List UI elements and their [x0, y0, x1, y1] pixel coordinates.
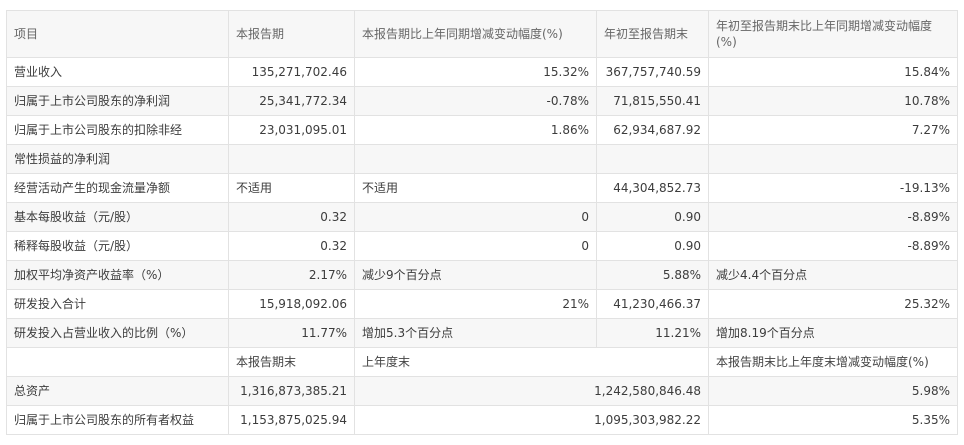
row-ytd-change: 15.84%: [708, 57, 958, 87]
row-item-label: 研发投入合计: [6, 289, 229, 319]
row-ytd-value: 62,934,687.92: [596, 115, 709, 145]
row-current-change: 增加5.3个百分点: [354, 318, 597, 348]
table-row: 研发投入合计 15,918,092.06 21% 41,230,466.37 2…: [6, 289, 958, 319]
row-current-value: 23,031,095.01: [228, 115, 355, 145]
row-ytd-change: 25.32%: [708, 289, 958, 319]
subheader-change: 本报告期末比上年度末增减变动幅度(%): [708, 347, 958, 377]
row-ytd-change: -8.89%: [708, 202, 958, 232]
table-row: 经营活动产生的现金流量净额 不适用 不适用 44,304,852.73 -19.…: [6, 173, 958, 203]
row-item-label: 研发投入占营业收入的比例（%）: [6, 318, 229, 348]
financial-data-table: 项目 本报告期 本报告期比上年同期增减变动幅度(%) 年初至报告期末 年初至报告…: [6, 10, 958, 435]
row-ytd-value: 367,757,740.59: [596, 57, 709, 87]
row-ytd-value: 5.88%: [596, 260, 709, 290]
table-row: 基本每股收益（元/股） 0.32 0 0.90 -8.89%: [6, 202, 958, 232]
row-current-value: 0.32: [228, 202, 355, 232]
balance-prior-year-end: 1,242,580,846.48: [354, 376, 709, 406]
row-current-change: 15.32%: [354, 57, 597, 87]
row-item-label: 营业收入: [6, 57, 229, 87]
row-item-label: 归属于上市公司股东的扣除非经: [6, 115, 229, 145]
balance-current-end: 1,316,873,385.21: [228, 376, 355, 406]
row-ytd-change: -19.13%: [708, 173, 958, 203]
row-item-label: 经营活动产生的现金流量净额: [6, 173, 229, 203]
balance-subheader-row: 本报告期末 上年度末 本报告期末比上年度末增减变动幅度(%): [6, 347, 958, 377]
row-current-value: 25,341,772.34: [228, 86, 355, 116]
row-current-change: 1.86%: [354, 115, 597, 145]
row-current-value: 15,918,092.06: [228, 289, 355, 319]
row-ytd-change: 增加8.19个百分点: [708, 318, 958, 348]
row-current-change: 0: [354, 231, 597, 261]
table-row: 加权平均净资产收益率（%） 2.17% 减少9个百分点 5.88% 减少4.4个…: [6, 260, 958, 290]
subheader-prior-year-end: 上年度末: [354, 347, 709, 377]
balance-item-label: 归属于上市公司股东的所有者权益: [6, 405, 229, 435]
header-current-period: 本报告期: [228, 10, 355, 58]
row-current-value: 2.17%: [228, 260, 355, 290]
row-current-value: 135,271,702.46: [228, 57, 355, 87]
table-row: 常性损益的净利润: [6, 144, 958, 174]
row-item-label: 常性损益的净利润: [6, 144, 229, 174]
table-header-row: 项目 本报告期 本报告期比上年同期增减变动幅度(%) 年初至报告期末 年初至报告…: [6, 10, 958, 58]
balance-change: 5.98%: [708, 376, 958, 406]
row-current-value: 11.77%: [228, 318, 355, 348]
table-row: 研发投入占营业收入的比例（%） 11.77% 增加5.3个百分点 11.21% …: [6, 318, 958, 348]
balance-change: 5.35%: [708, 405, 958, 435]
row-current-change: -0.78%: [354, 86, 597, 116]
balance-item-label: 总资产: [6, 376, 229, 406]
row-item-label: 稀释每股收益（元/股）: [6, 231, 229, 261]
balance-current-end: 1,153,875,025.94: [228, 405, 355, 435]
row-ytd-change: [708, 144, 958, 174]
table-row: 总资产 1,316,873,385.21 1,242,580,846.48 5.…: [6, 376, 958, 406]
row-ytd-value: 71,815,550.41: [596, 86, 709, 116]
header-current-change: 本报告期比上年同期增减变动幅度(%): [354, 10, 597, 58]
row-ytd-value: 44,304,852.73: [596, 173, 709, 203]
row-current-value: 0.32: [228, 231, 355, 261]
row-ytd-change: 7.27%: [708, 115, 958, 145]
row-ytd-change: 减少4.4个百分点: [708, 260, 958, 290]
table-row: 归属于上市公司股东的净利润 25,341,772.34 -0.78% 71,81…: [6, 86, 958, 116]
table-row: 营业收入 135,271,702.46 15.32% 367,757,740.5…: [6, 57, 958, 87]
row-item-label: 基本每股收益（元/股）: [6, 202, 229, 232]
row-ytd-value: 0.90: [596, 231, 709, 261]
table-row: 归属于上市公司股东的所有者权益 1,153,875,025.94 1,095,3…: [6, 405, 958, 435]
balance-prior-year-end: 1,095,303,982.22: [354, 405, 709, 435]
row-current-change: 21%: [354, 289, 597, 319]
row-current-change: 减少9个百分点: [354, 260, 597, 290]
header-ytd: 年初至报告期末: [596, 10, 709, 58]
row-ytd-change: 10.78%: [708, 86, 958, 116]
row-current-change: 不适用: [354, 173, 597, 203]
table-row: 稀释每股收益（元/股） 0.32 0 0.90 -8.89%: [6, 231, 958, 261]
row-item-label: 归属于上市公司股东的净利润: [6, 86, 229, 116]
row-ytd-value: 11.21%: [596, 318, 709, 348]
row-ytd-value: 0.90: [596, 202, 709, 232]
row-current-value: [228, 144, 355, 174]
row-ytd-change: -8.89%: [708, 231, 958, 261]
subheader-item: [6, 347, 229, 377]
row-ytd-value: [596, 144, 709, 174]
subheader-current-end: 本报告期末: [228, 347, 355, 377]
row-item-label: 加权平均净资产收益率（%）: [6, 260, 229, 290]
row-current-change: [354, 144, 597, 174]
header-ytd-change: 年初至报告期末比上年同期增减变动幅度(%): [708, 10, 958, 58]
row-ytd-value: 41,230,466.37: [596, 289, 709, 319]
row-current-change: 0: [354, 202, 597, 232]
header-item: 项目: [6, 10, 229, 58]
row-current-value: 不适用: [228, 173, 355, 203]
table-row: 归属于上市公司股东的扣除非经 23,031,095.01 1.86% 62,93…: [6, 115, 958, 145]
